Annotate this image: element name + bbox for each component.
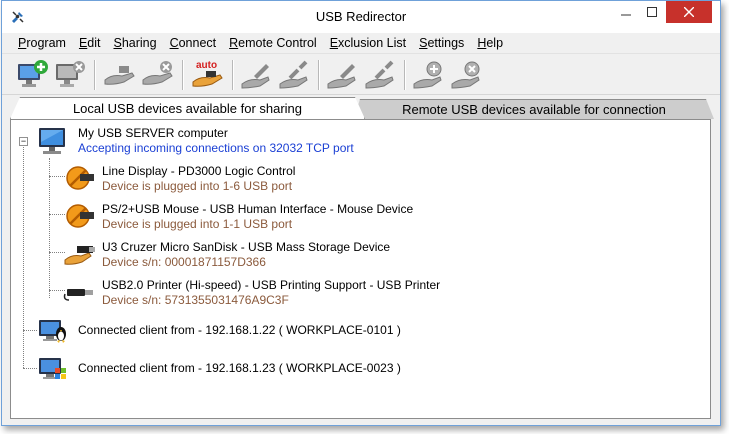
unshare-hand-icon (142, 61, 173, 85)
usb-plug-icon (63, 289, 93, 301)
auto-share-icon: auto (192, 60, 223, 87)
remote-connect-button[interactable] (324, 58, 360, 92)
client-label: Connected client from - 192.168.1.23 ( W… (78, 361, 401, 375)
share-hand-icon (104, 66, 135, 85)
device-name: USB2.0 Printer (Hi-speed) - USB Printing… (102, 278, 441, 292)
tab-local-devices[interactable]: Local USB devices available for sharing (10, 97, 365, 119)
tree-line (23, 330, 37, 331)
menu-sharing[interactable]: Sharing (107, 33, 163, 53)
app-window: USB Redirector Program Edit Sharing Conn… (1, 0, 721, 426)
auto-share-button[interactable]: auto (190, 58, 226, 92)
device-node[interactable]: USB2.0 Printer (Hi-speed) - USB Printing… (102, 278, 440, 308)
tree-line (23, 140, 24, 368)
share-device-button[interactable] (102, 58, 138, 92)
exclusion-add-icon (413, 61, 442, 89)
tree-line (49, 158, 50, 298)
client-node[interactable]: Connected client from - 192.168.1.23 ( W… (78, 361, 401, 376)
device-detail: Device is plugged into 1-6 USB port (102, 179, 293, 193)
title-bar[interactable]: USB Redirector (2, 1, 720, 33)
server-status: Accepting incoming connections on 32032 … (78, 141, 354, 155)
device-detail: Device s/n: 5731355031476A9C3F (102, 293, 289, 307)
disconnect-device-button[interactable] (276, 58, 312, 92)
maximize-icon (647, 7, 657, 17)
disconnect-plug-icon (279, 60, 308, 89)
device-detail: Device s/n: 00001871157D366 (102, 255, 266, 269)
tree-line (23, 368, 37, 369)
toolbar-separator (94, 60, 96, 90)
add-computer-icon (18, 60, 48, 87)
device-detail: Device is plugged into 1-1 USB port (102, 217, 293, 231)
device-name: U3 Cruzer Micro SanDisk - USB Mass Stora… (102, 240, 391, 254)
blocked-device-icon (66, 204, 94, 228)
device-node[interactable]: Line Display - PD3000 Logic Control Devi… (102, 164, 295, 194)
remote-disconnect-icon (365, 60, 394, 89)
menu-program[interactable]: Program (12, 33, 73, 53)
shared-usb-icon (64, 246, 95, 265)
server-node[interactable]: My USB SERVER computer Accepting incomin… (78, 126, 354, 156)
connect-plug-icon (241, 64, 270, 89)
add-server-button[interactable] (14, 58, 50, 92)
tab-strip: Remote USB devices available for connect… (2, 95, 720, 119)
remove-server-button[interactable] (52, 58, 88, 92)
menu-exclusion-list[interactable]: Exclusion List (324, 33, 413, 53)
tab-remote-devices[interactable]: Remote USB devices available for connect… (354, 99, 714, 119)
unshare-device-button[interactable] (140, 58, 176, 92)
remote-disconnect-button[interactable] (362, 58, 398, 92)
server-name: My USB SERVER computer (78, 126, 228, 140)
computer-icon (39, 128, 65, 154)
device-name: Line Display - PD3000 Logic Control (102, 164, 296, 178)
menu-settings[interactable]: Settings (413, 33, 471, 53)
minimize-icon (621, 14, 631, 16)
device-node[interactable]: PS/2+USB Mouse - USB Human Interface - M… (102, 202, 413, 232)
device-tree: − My USB SERVER computer Accepting incom… (10, 119, 711, 419)
menu-bar: Program Edit Sharing Connect Remote Cont… (2, 33, 720, 53)
blocked-device-icon (66, 166, 94, 190)
device-name: PS/2+USB Mouse - USB Human Interface - M… (102, 202, 414, 216)
device-node[interactable]: U3 Cruzer Micro SanDisk - USB Mass Stora… (102, 240, 390, 270)
menu-edit[interactable]: Edit (73, 33, 108, 53)
maximize-button[interactable] (639, 1, 665, 23)
connect-device-button[interactable] (238, 58, 274, 92)
menu-remote-control[interactable]: Remote Control (223, 33, 324, 53)
toolbar-separator (318, 60, 320, 90)
add-exclusion-button[interactable] (410, 58, 446, 92)
close-button[interactable] (666, 1, 712, 23)
remote-connect-icon (327, 64, 356, 89)
toolbar-separator (182, 60, 184, 90)
auto-label: auto (196, 60, 217, 71)
toolbar: auto (2, 53, 720, 95)
toolbar-separator (404, 60, 406, 90)
toolbar-separator (232, 60, 234, 90)
client-label: Connected client from - 192.168.1.22 ( W… (78, 323, 401, 337)
close-icon (684, 7, 694, 17)
menu-connect[interactable]: Connect (164, 33, 224, 53)
windows-client-icon (39, 358, 66, 379)
menu-help[interactable]: Help (471, 33, 510, 53)
exclusion-remove-icon (451, 61, 480, 89)
collapse-toggle[interactable]: − (19, 137, 28, 146)
client-node[interactable]: Connected client from - 192.168.1.22 ( W… (78, 323, 401, 338)
minimize-button[interactable] (613, 1, 639, 23)
remove-computer-icon (56, 61, 85, 87)
linux-client-icon (39, 320, 66, 343)
remove-exclusion-button[interactable] (448, 58, 484, 92)
